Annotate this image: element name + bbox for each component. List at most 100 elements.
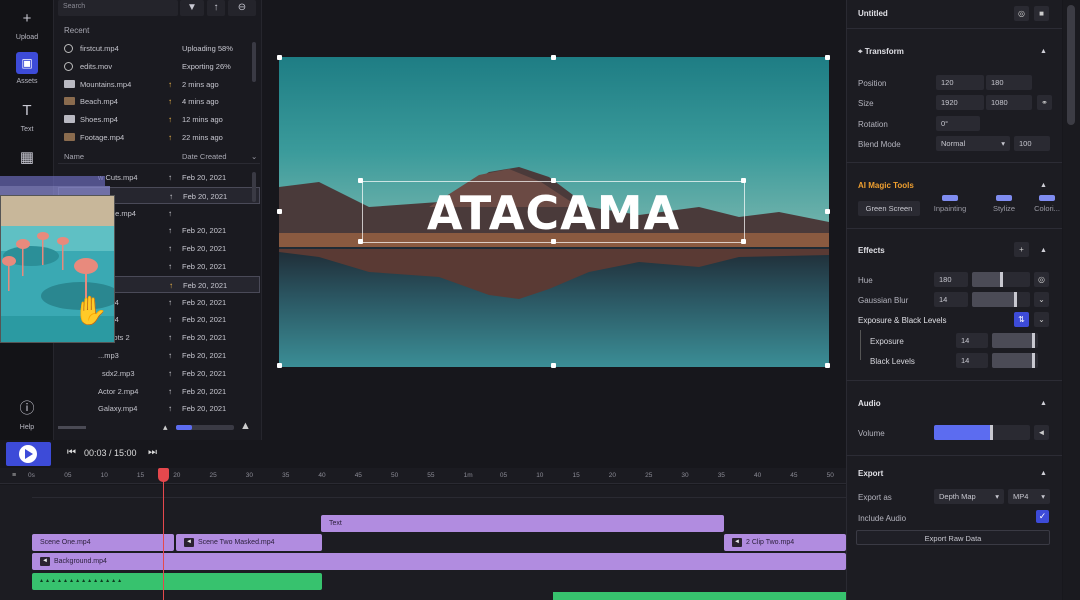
- include-audio-checkbox[interactable]: ✓: [1036, 510, 1049, 523]
- text-clip[interactable]: Text: [321, 515, 724, 532]
- resize-handle[interactable]: [825, 55, 830, 60]
- lock-icon[interactable]: ■: [1034, 6, 1049, 21]
- chevron-down-icon[interactable]: ⌄: [251, 152, 257, 161]
- ai-tools-heading[interactable]: AI Magic Tools: [858, 181, 914, 190]
- audio-clip[interactable]: ▴▴▴▴▴▴▴▴▴▴▴▴▴▴: [32, 573, 322, 590]
- column-date[interactable]: Date Created: [182, 152, 227, 161]
- effects-heading[interactable]: Effects: [858, 246, 885, 255]
- collapse-icon[interactable]: ▲: [1040, 247, 1047, 254]
- thumb-size-slider[interactable]: [176, 425, 234, 430]
- track-settings-icon[interactable]: ≡: [12, 472, 16, 479]
- dragged-thumbnail[interactable]: ✋: [0, 195, 115, 343]
- ai-tool-tab[interactable]: Stylize: [980, 201, 1028, 216]
- recent-item[interactable]: firstcut.mp4 Uploading 58%: [58, 40, 260, 57]
- recent-item[interactable]: Beach.mp4 ↑ 4 mins ago: [58, 93, 260, 110]
- blend-mode-select[interactable]: Normal ▾: [936, 136, 1010, 151]
- resize-handle[interactable]: [277, 55, 282, 60]
- resize-handle[interactable]: [825, 209, 830, 214]
- assets-button[interactable]: ▣ Assets: [0, 52, 54, 85]
- project-title[interactable]: Untitled: [858, 9, 888, 18]
- position-x-input[interactable]: 120: [936, 75, 984, 90]
- chevron-down-icon[interactable]: ⌄: [1034, 312, 1049, 327]
- resize-handle[interactable]: [825, 363, 830, 368]
- playhead-line[interactable]: [163, 468, 164, 600]
- height-input[interactable]: 1080: [986, 95, 1032, 110]
- hue-slider[interactable]: [972, 272, 1030, 287]
- resize-handle[interactable]: [277, 363, 282, 368]
- slider-knob[interactable]: [1032, 333, 1035, 348]
- black-levels-input[interactable]: 14: [956, 353, 988, 368]
- view-options-button[interactable]: ⊖: [228, 0, 256, 16]
- filter-button[interactable]: ▼: [180, 0, 204, 16]
- sort-button[interactable]: ↑: [207, 0, 225, 16]
- properties-scrollbar[interactable]: [1063, 0, 1080, 600]
- collapse-icon[interactable]: ▲: [1040, 48, 1047, 55]
- eye-icon[interactable]: ◎: [1034, 272, 1049, 287]
- scrollbar-thumb[interactable]: [1067, 5, 1075, 125]
- volume-slider[interactable]: [934, 425, 1030, 440]
- help-button[interactable]: ⓘ Help: [0, 398, 54, 431]
- position-y-input[interactable]: 180: [986, 75, 1032, 90]
- add-effect-icon[interactable]: +: [1014, 242, 1029, 257]
- media-tool-button[interactable]: ▦: [0, 147, 54, 173]
- rotation-input[interactable]: 0°: [936, 116, 980, 131]
- file-row[interactable]: Galaxy.mp4 ↑ Feb 20, 2021: [58, 400, 260, 417]
- exposure-input[interactable]: 14: [956, 333, 988, 348]
- ai-tool-tab-label: Colori...: [1034, 204, 1060, 213]
- clip-background[interactable]: ◄ Background.mp4: [32, 553, 846, 570]
- speaker-icon[interactable]: ◄: [1034, 425, 1049, 440]
- audio-heading[interactable]: Audio: [858, 399, 881, 408]
- playhead-handle[interactable]: [158, 468, 169, 482]
- recent-scrollbar[interactable]: [252, 42, 256, 82]
- width-input[interactable]: 1920: [936, 95, 984, 110]
- play-button[interactable]: [6, 442, 51, 466]
- resize-handle[interactable]: [551, 363, 556, 368]
- blur-input[interactable]: 14: [934, 292, 968, 307]
- slider-knob[interactable]: [1032, 353, 1035, 368]
- collapse-icon[interactable]: ▲: [1040, 182, 1047, 189]
- slider-knob[interactable]: [1014, 292, 1017, 307]
- export-heading[interactable]: Export: [858, 469, 883, 478]
- export-type-select[interactable]: Depth Map ▾: [934, 489, 1004, 504]
- recent-item[interactable]: Footage.mp4 ↑ 22 mins ago: [58, 129, 260, 146]
- blur-slider[interactable]: [972, 292, 1030, 307]
- collapse-icon[interactable]: ▲: [1040, 470, 1047, 477]
- export-format-select[interactable]: MP4 ▾: [1008, 489, 1050, 504]
- clip-scene-two[interactable]: ◄ Scene Two Masked.mp4: [176, 534, 322, 551]
- recent-item[interactable]: edits.mov Exporting 26%: [58, 58, 260, 75]
- eye-icon[interactable]: ◎: [1014, 6, 1029, 21]
- clip-scene-one[interactable]: Scene One.mp4: [32, 534, 174, 551]
- upload-button[interactable]: + Upload: [0, 8, 54, 41]
- clip-two[interactable]: ◄ 2 Clip Two.mp4: [724, 534, 846, 551]
- collapse-icon[interactable]: ▲: [1040, 400, 1047, 407]
- black-levels-slider[interactable]: [992, 353, 1038, 368]
- link-icon[interactable]: ⚭: [1037, 95, 1052, 110]
- hue-input[interactable]: 180: [934, 272, 968, 287]
- ai-tool-tab[interactable]: Colori...: [1032, 201, 1062, 216]
- opacity-input[interactable]: 100: [1014, 136, 1050, 151]
- ai-tool-tab[interactable]: Inpainting: [924, 201, 976, 216]
- slider-knob[interactable]: [1000, 272, 1003, 287]
- files-scrollbar[interactable]: [252, 172, 256, 202]
- file-row[interactable]: ...mp3 ↑ Feb 20, 2021: [58, 347, 260, 364]
- skip-forward-icon[interactable]: ⏭: [148, 447, 157, 458]
- text-tool-button[interactable]: T Text: [0, 100, 54, 133]
- search-input[interactable]: Search: [58, 0, 178, 16]
- skip-back-icon[interactable]: ⏮: [67, 447, 76, 458]
- file-row[interactable]: Actor 2.mp4 ↑ Feb 20, 2021: [58, 383, 260, 400]
- file-row[interactable]: sdx2.mp3 ↑ Feb 20, 2021: [58, 365, 260, 382]
- exposure-slider[interactable]: [992, 333, 1038, 348]
- column-name[interactable]: Name: [64, 152, 84, 161]
- recent-item[interactable]: Shoes.mp4 ↑ 12 mins ago: [58, 111, 260, 128]
- transform-heading[interactable]: ⌖ Transform: [858, 47, 904, 57]
- effect-toggle-icon[interactable]: ⇅: [1014, 312, 1029, 327]
- chevron-down-icon[interactable]: ⌄: [1034, 292, 1049, 307]
- resize-handle[interactable]: [551, 55, 556, 60]
- preview-title-text[interactable]: ATACAMA: [362, 186, 745, 240]
- recent-item[interactable]: Mountains.mp4 ↑ 2 mins ago: [58, 76, 260, 93]
- audio-clip-2[interactable]: [553, 592, 846, 600]
- export-raw-data-button[interactable]: Export Raw Data: [856, 530, 1050, 545]
- volume-knob[interactable]: [989, 425, 993, 440]
- ai-tool-tab[interactable]: Green Screen: [858, 201, 920, 216]
- resize-handle[interactable]: [277, 209, 282, 214]
